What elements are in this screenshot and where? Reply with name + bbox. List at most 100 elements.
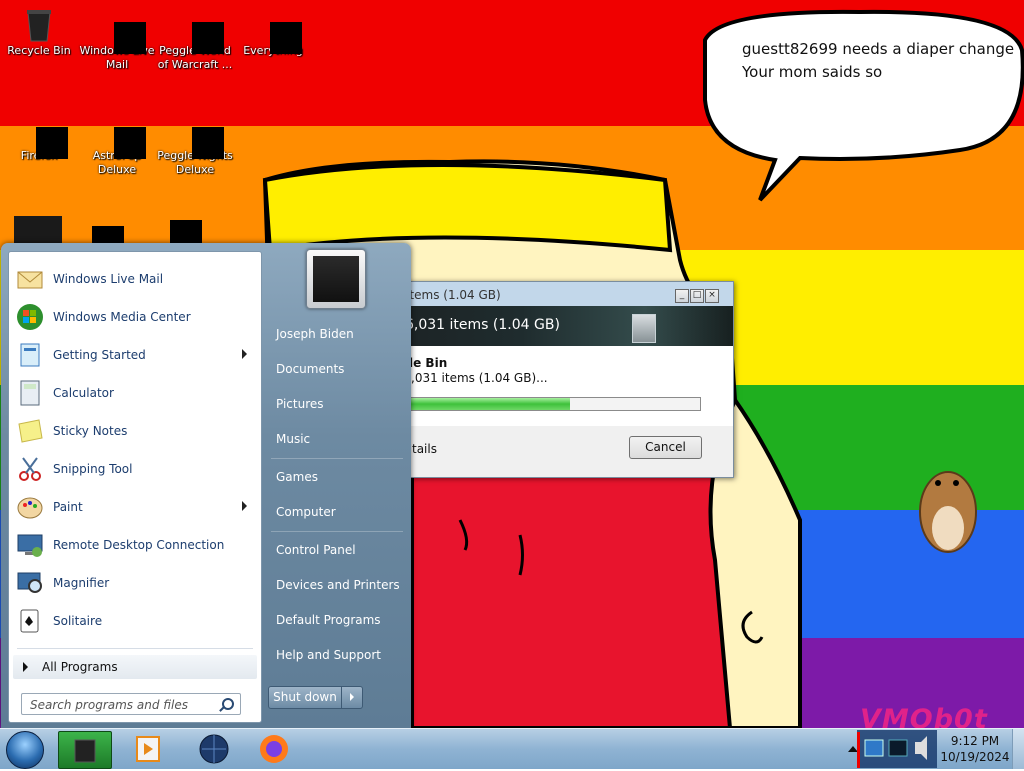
start-item-solitaire[interactable]: Solitaire (13, 603, 257, 639)
desktop-icon-peggle-nights[interactable]: Peggle Nights Deluxe (156, 113, 234, 177)
taskbar-browser-button[interactable] (188, 731, 240, 767)
search-input[interactable]: Search programs and files (21, 693, 241, 715)
dialog-item-count: ,031 items (1.04 GB)... (411, 371, 548, 385)
start-right-documents[interactable]: Documents (267, 354, 407, 384)
start-right-games[interactable]: Games (267, 462, 407, 492)
media-player-icon (136, 736, 160, 762)
hamster-belly (932, 506, 964, 550)
start-menu-programs-pane: Windows Live Mail Windows Media Center G… (8, 251, 262, 723)
character-hat (262, 163, 673, 253)
desktop-icon-peggle-wow[interactable]: Peggle World of Warcraft ... (156, 8, 234, 72)
speech-line-1: guestt82699 needs a diaper change (742, 40, 1015, 58)
speech-line-2: Your mom saids so (742, 63, 883, 81)
mail-icon (15, 264, 45, 294)
close-button[interactable]: × (705, 289, 719, 303)
more-details-toggle[interactable]: tails (412, 442, 437, 456)
user-avatar[interactable] (306, 249, 366, 309)
maximize-button[interactable]: □ (690, 289, 704, 303)
start-item-paint[interactable]: Paint (13, 489, 257, 525)
mail-icon (100, 8, 146, 54)
desktop-icon-partial[interactable] (14, 216, 62, 244)
show-hidden-icons-icon[interactable] (848, 746, 858, 752)
cancel-button[interactable]: Cancel (629, 436, 702, 459)
start-right-control-panel[interactable]: Control Panel (267, 535, 407, 565)
dialog-body: le Bin ,031 items (1.04 GB)... (381, 346, 733, 426)
desktop-icon-windows-live-mail[interactable]: Windows Live Mail (78, 8, 156, 72)
avatar-image (313, 256, 359, 302)
desktop-icon-recycle-bin[interactable]: Recycle Bin (0, 8, 78, 58)
progress-fill (410, 398, 570, 410)
desktop-icon-label: Recycle Bin (7, 44, 71, 57)
taskbar-media-player-button[interactable] (122, 731, 174, 767)
dialog-target-name: le Bin (409, 356, 448, 370)
recycle-bin-icon (22, 8, 56, 42)
taskbar-firefox-button[interactable] (248, 731, 300, 767)
start-right-pictures[interactable]: Pictures (267, 389, 407, 419)
media-center-icon (15, 302, 45, 332)
chevron-right-icon (23, 662, 28, 672)
start-item-remote-desktop[interactable]: Remote Desktop Connection (13, 527, 257, 563)
desktop-icon-everything[interactable]: Everything (234, 8, 312, 58)
start-right-devices-printers[interactable]: Devices and Printers (267, 570, 407, 600)
firefox-icon (260, 735, 288, 763)
magnifier-icon (15, 568, 45, 598)
calculator-icon (15, 378, 45, 408)
start-item-label: Snipping Tool (53, 462, 133, 476)
getting-started-icon (15, 340, 45, 370)
notification-area (843, 730, 938, 768)
hamster-eye (953, 480, 959, 486)
start-item-label: Calculator (53, 386, 114, 400)
start-item-getting-started[interactable]: Getting Started (13, 337, 257, 373)
start-button[interactable] (6, 731, 44, 769)
speech-bubble-text: guestt82699 needs a diaper change Your m… (742, 38, 1014, 84)
desktop-icon-firefox[interactable]: Firefox (0, 113, 78, 163)
astropop-icon (100, 113, 146, 159)
start-right-computer[interactable]: Computer (267, 497, 407, 527)
start-right-user[interactable]: Joseph Biden (267, 319, 407, 349)
start-item-windows-media-center[interactable]: Windows Media Center (13, 299, 257, 335)
globe-icon (199, 734, 229, 764)
all-programs-button[interactable]: All Programs (13, 655, 257, 679)
start-item-label: Magnifier (53, 576, 110, 590)
start-right-default-programs[interactable]: Default Programs (267, 605, 407, 635)
clock-time: 9:12 PM (950, 734, 1000, 748)
taskbar: 9:12 PM 10/19/2024 (0, 728, 1024, 769)
submenu-arrow-icon[interactable] (242, 349, 247, 359)
start-item-label: Paint (53, 500, 83, 514)
start-right-separator (271, 458, 403, 459)
start-right-help-support[interactable]: Help and Support (267, 640, 407, 670)
start-menu-separator (17, 648, 253, 649)
start-item-label: Windows Live Mail (53, 272, 164, 286)
everything-icon (256, 8, 302, 54)
desktop-icon-astropop[interactable]: AstroPop Deluxe (78, 113, 156, 177)
start-menu: Windows Live Mail Windows Media Center G… (1, 243, 411, 728)
start-item-label: Sticky Notes (53, 424, 128, 438)
shutdown-options-button[interactable] (341, 686, 363, 709)
minimize-button[interactable]: _ (675, 289, 689, 303)
start-item-sticky-notes[interactable]: Sticky Notes (13, 413, 257, 449)
paint-icon (15, 492, 45, 522)
shutdown-button[interactable]: Shut down (268, 686, 342, 709)
start-item-snipping-tool[interactable]: Snipping Tool (13, 451, 257, 487)
network-icon[interactable] (864, 739, 884, 757)
desktop-icon-partial[interactable] (92, 226, 124, 244)
search-icon[interactable] (222, 698, 234, 710)
taskbar-recycle-bin-button[interactable] (58, 731, 112, 769)
start-item-calculator[interactable]: Calculator (13, 375, 257, 411)
start-item-windows-live-mail[interactable]: Windows Live Mail (13, 261, 257, 297)
show-desktop-button[interactable] (1012, 729, 1024, 769)
system-clock[interactable]: 9:12 PM 10/19/2024 (940, 733, 1010, 765)
solitaire-icon (15, 606, 45, 636)
recycle-bin-icon (632, 314, 656, 343)
search-placeholder: Search programs and files (30, 698, 188, 712)
progress-bar (409, 397, 701, 411)
start-right-music[interactable]: Music (267, 424, 407, 454)
sticky-notes-icon (15, 416, 45, 446)
snipping-tool-icon (15, 454, 45, 484)
desktop-icon-partial[interactable] (170, 220, 202, 244)
tray-marker (857, 732, 860, 768)
start-item-magnifier[interactable]: Magnifier (13, 565, 257, 601)
recycle-bin-icon (74, 739, 96, 763)
submenu-arrow-icon[interactable] (242, 501, 247, 511)
action-center-icon[interactable] (888, 739, 908, 757)
